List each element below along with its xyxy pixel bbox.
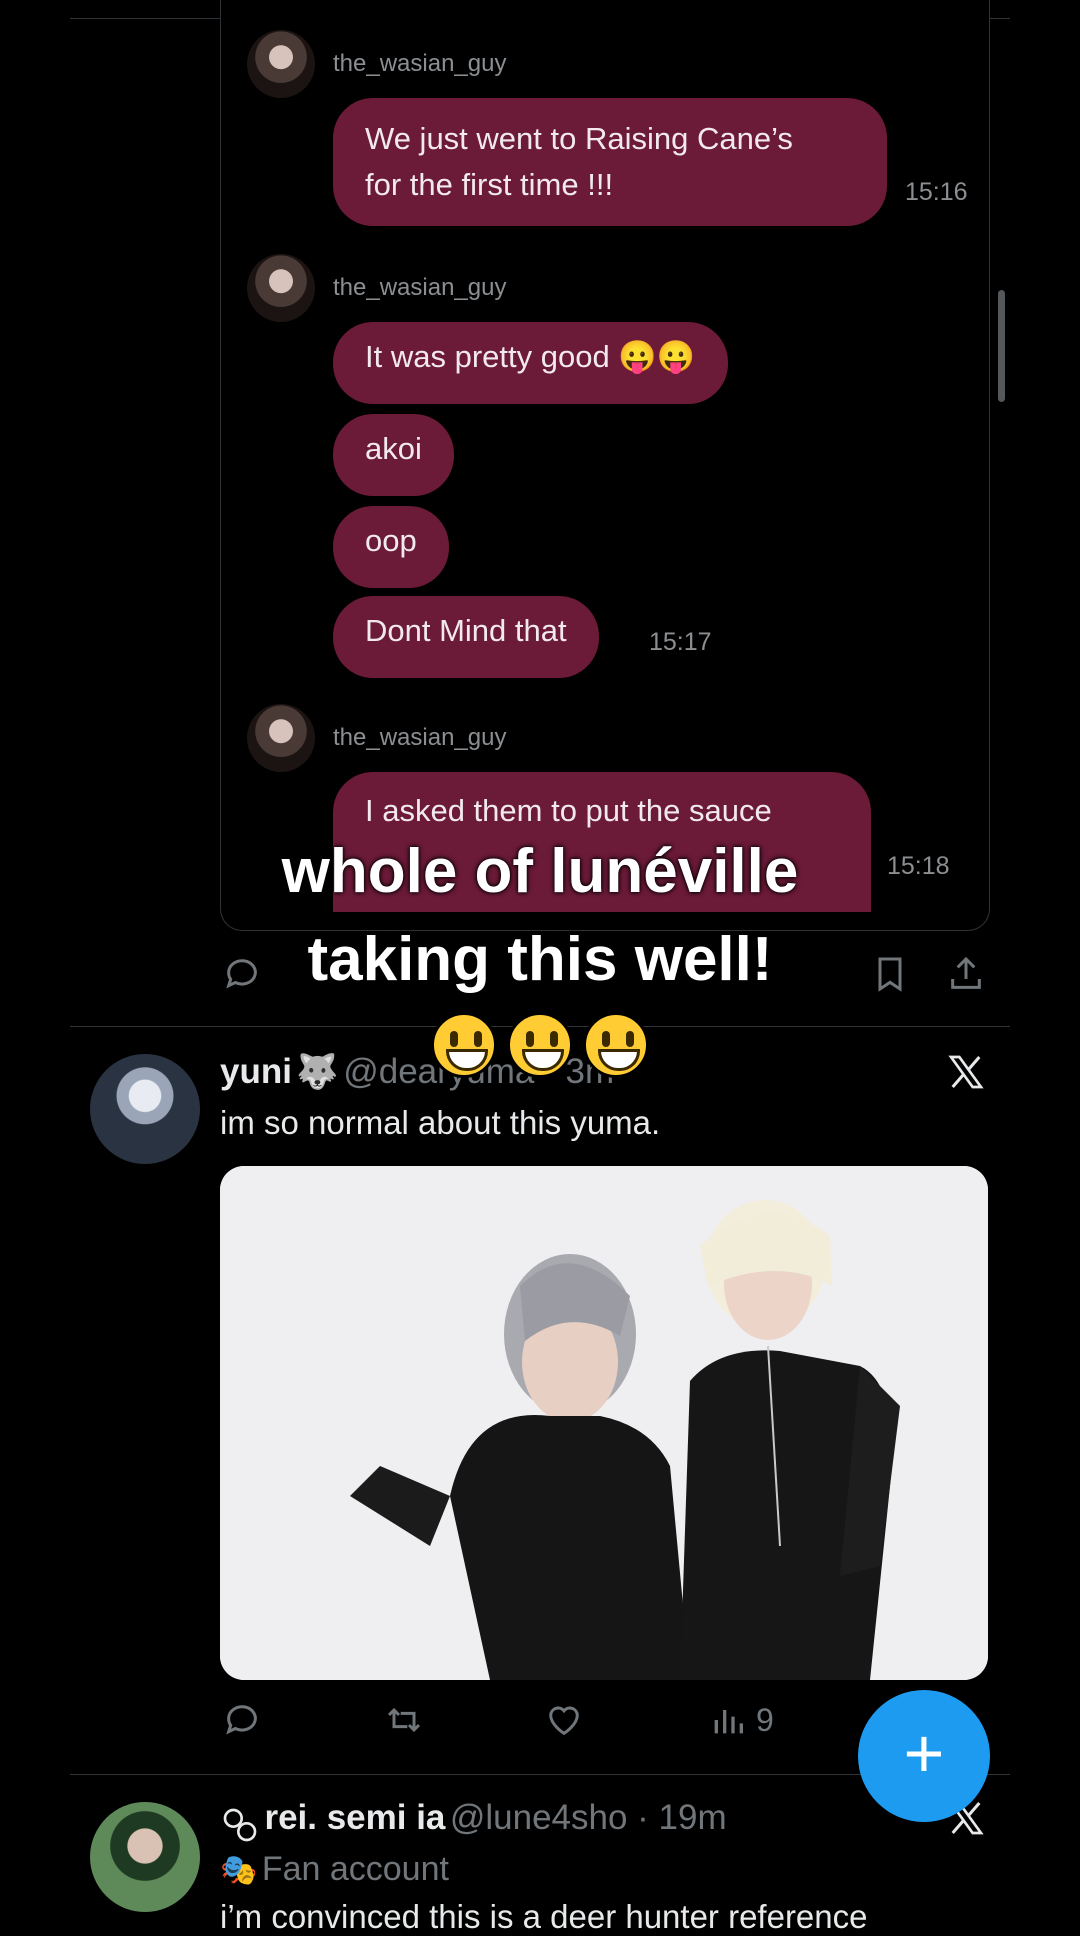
- smiling-face-emoji: [583, 1012, 650, 1078]
- chat-bubble: Dont Mind that: [333, 596, 599, 678]
- chat-username: the_wasian_guy: [333, 50, 507, 77]
- reply-icon[interactable]: [222, 1700, 262, 1740]
- emblem-icon: [220, 1805, 260, 1845]
- views-icon[interactable]: [708, 1700, 748, 1740]
- chat-username: the_wasian_guy: [333, 274, 507, 301]
- chat-bubble: akoi: [333, 414, 454, 496]
- views-count: 9: [756, 1702, 774, 1738]
- overlay-caption-line2: taking this well!: [307, 925, 773, 994]
- chat-timestamp: 15:17: [649, 628, 712, 656]
- post-text: i’m convinced this is a deer hunter refe…: [220, 1898, 868, 1935]
- compose-button[interactable]: +: [858, 1690, 990, 1822]
- handle[interactable]: @lune4sho · 19m: [450, 1798, 727, 1837]
- display-name[interactable]: rei. semi ia: [264, 1798, 445, 1837]
- chat-avatar: [247, 254, 315, 322]
- bio-label: Fan account: [261, 1850, 449, 1888]
- quoted-media-chat[interactable]: the_wasian_guy We just went to Raising C…: [220, 0, 990, 931]
- chat-bubble: It was pretty good 😛😛: [333, 322, 728, 404]
- chat-bubble: We just went to Raising Cane’s for the f…: [333, 98, 887, 226]
- chat-avatar: [247, 704, 315, 772]
- avatar[interactable]: [90, 1802, 200, 1912]
- scrollbar[interactable]: [998, 290, 1005, 402]
- post-header: rei. semi ia @lune4sho · 19m: [220, 1798, 727, 1845]
- chat-avatar: [247, 30, 315, 98]
- chat-bubble: oop: [333, 506, 449, 588]
- smiling-face-emoji: [507, 1012, 573, 1078]
- bio-line: 🎭 Fan account: [220, 1850, 449, 1889]
- repost-icon[interactable]: [384, 1700, 424, 1740]
- smiling-face-emoji: [430, 1012, 497, 1078]
- chat-timestamp: 15:16: [905, 178, 968, 206]
- mask-icon: 🎭: [220, 1854, 258, 1887]
- overlay-caption-line1: whole of lunéville: [281, 837, 799, 906]
- like-icon[interactable]: [544, 1700, 584, 1740]
- chat-username: the_wasian_guy: [333, 724, 507, 751]
- overlay-emojis: [0, 1012, 1080, 1078]
- post-image[interactable]: [220, 1166, 988, 1680]
- post-text: im so normal about this yuma.: [220, 1104, 661, 1141]
